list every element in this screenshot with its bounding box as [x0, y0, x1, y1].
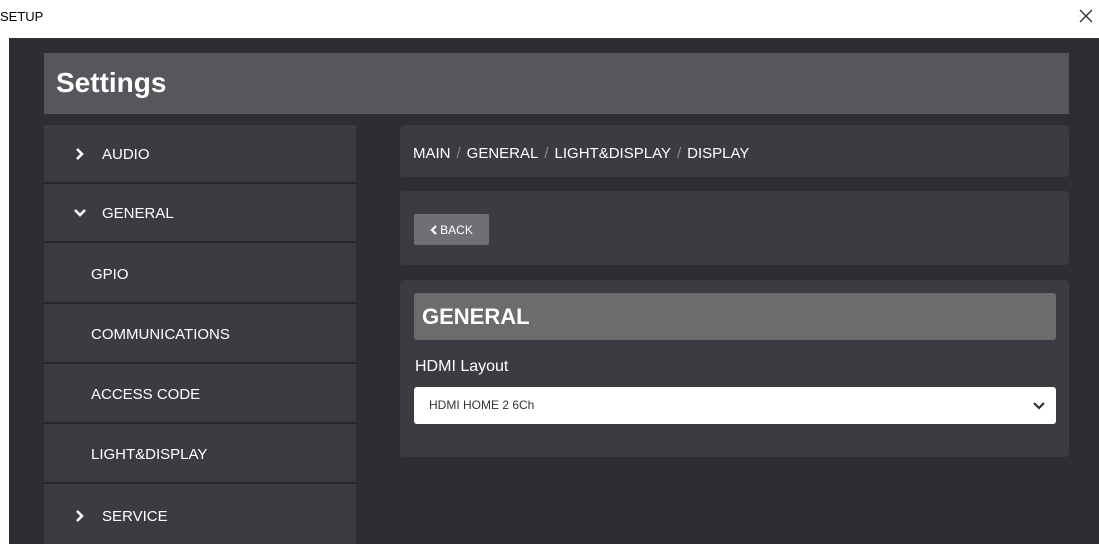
section-header: GENERAL: [414, 293, 1056, 340]
sidebar-item-label: GPIO: [91, 266, 129, 283]
breadcrumb: MAIN / GENERAL / LIGHT&DISPLAY / DISPLAY: [413, 145, 749, 162]
chevron-down-icon: [74, 209, 86, 217]
sidebar: AUDIO GENERAL GPIO COMMUNICATIONS ACCESS…: [44, 125, 356, 544]
sidebar-item-communications[interactable]: COMMUNICATIONS: [44, 305, 356, 364]
sidebar-item-general[interactable]: GENERAL: [44, 184, 356, 243]
page-title: Settings: [56, 67, 167, 98]
hdmi-layout-label: HDMI Layout: [415, 358, 509, 375]
sidebar-item-gpio[interactable]: GPIO: [44, 245, 356, 304]
hdmi-layout-value: HDMI HOME 2 6Ch: [429, 398, 535, 412]
breadcrumb-separator: /: [676, 145, 682, 162]
general-panel: GENERAL HDMI Layout HDMI HOME 2 6Ch: [400, 280, 1069, 457]
sidebar-item-label: GENERAL: [102, 205, 174, 222]
sidebar-item-label: AUDIO: [102, 146, 150, 163]
hdmi-layout-select[interactable]: HDMI HOME 2 6Ch: [414, 387, 1056, 424]
sidebar-item-light-display[interactable]: LIGHT&DISPLAY: [44, 425, 356, 484]
title-bar: SETUP: [0, 0, 1099, 38]
back-button[interactable]: BACK: [414, 214, 489, 245]
sidebar-item-service[interactable]: SERVICE: [44, 487, 356, 546]
chevron-right-icon: [76, 148, 84, 160]
window-title: SETUP: [0, 9, 44, 24]
chevron-right-icon: [76, 510, 84, 522]
breadcrumb-item-main[interactable]: MAIN: [413, 145, 451, 162]
sidebar-item-label: LIGHT&DISPLAY: [91, 446, 208, 463]
back-button-label: BACK: [440, 222, 473, 237]
sidebar-item-audio[interactable]: AUDIO: [44, 125, 356, 184]
settings-header: Settings: [44, 53, 1069, 114]
chevron-left-icon: [430, 224, 437, 235]
sidebar-item-label: ACCESS CODE: [91, 386, 201, 403]
settings-app: Settings AUDIO GENERAL GPIO COMMUNICATIO…: [9, 38, 1099, 544]
sidebar-item-access-code[interactable]: ACCESS CODE: [44, 365, 356, 424]
chevron-down-icon: [1033, 402, 1045, 410]
close-icon: [1079, 9, 1093, 23]
breadcrumb-separator: /: [456, 145, 461, 162]
sidebar-item-label: SERVICE: [102, 508, 168, 525]
breadcrumb-item-light-display[interactable]: LIGHT&DISPLAY: [555, 145, 671, 162]
back-panel: BACK: [400, 191, 1069, 265]
breadcrumb-separator: /: [544, 145, 549, 162]
breadcrumb-panel: MAIN / GENERAL / LIGHT&DISPLAY / DISPLAY: [400, 125, 1069, 177]
close-button[interactable]: [1076, 6, 1096, 26]
sidebar-item-label: COMMUNICATIONS: [91, 326, 230, 343]
breadcrumb-item-general[interactable]: GENERAL: [467, 145, 539, 162]
section-title: GENERAL: [422, 304, 530, 329]
breadcrumb-item-display: DISPLAY: [687, 145, 750, 162]
